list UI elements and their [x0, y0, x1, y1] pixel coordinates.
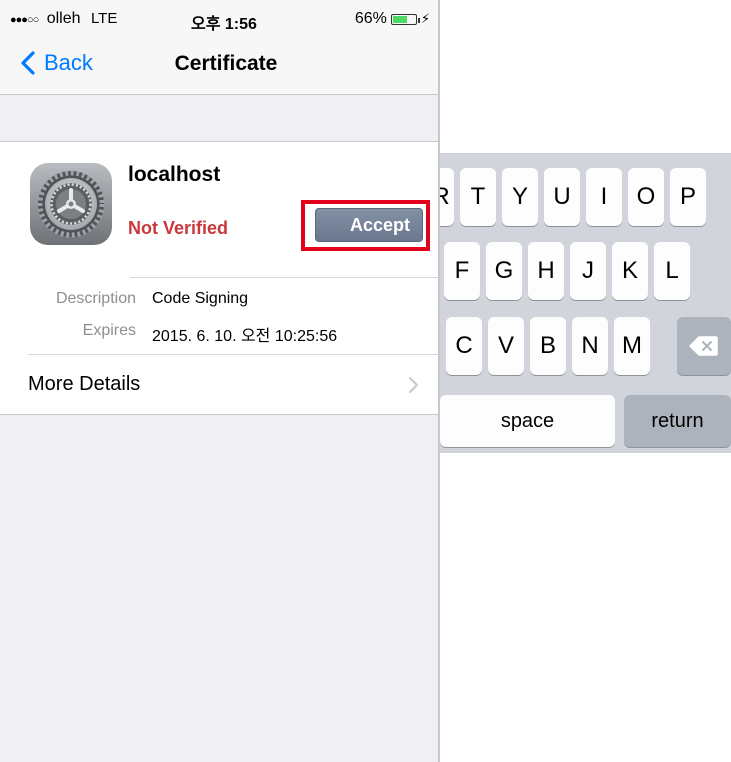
accept-highlight-box	[301, 200, 430, 251]
signal-strength-icon: ●●●○○	[10, 14, 39, 26]
status-left: ●●●○○ olleh LTE	[10, 10, 117, 28]
status-right: 66% ⚡	[355, 10, 430, 28]
verification-status: Not Verified	[128, 218, 229, 238]
navigation-bar: Back Certificate	[0, 34, 438, 95]
status-bar: ●●●○○ olleh LTE 오후 1:56 66% ⚡	[0, 0, 438, 34]
key-n[interactable]: N	[572, 317, 608, 375]
detail-row-description: Description Code Signing	[0, 290, 438, 312]
battery-level-fill	[392, 15, 408, 23]
detail-value: Code Signing	[152, 290, 249, 307]
key-u[interactable]: U	[544, 168, 580, 226]
divider	[130, 277, 438, 278]
delete-key[interactable]	[677, 317, 731, 375]
keyboard: R T Y U I O P F G H J K L C V B N M spac…	[440, 153, 731, 453]
key-i[interactable]: I	[586, 168, 622, 226]
detail-row-expires: Expires 2015. 6. 10. 오전 10:25:56	[0, 322, 438, 345]
key-h[interactable]: H	[528, 242, 564, 300]
key-l[interactable]: L	[654, 242, 690, 300]
charging-bolt-icon: ⚡	[420, 11, 430, 26]
return-key[interactable]: return	[624, 395, 731, 447]
chevron-right-icon	[409, 377, 418, 393]
key-g[interactable]: G	[486, 242, 522, 300]
status-time: 오후 1:56	[191, 16, 257, 33]
detail-label: Expires	[82, 322, 136, 339]
key-f[interactable]: F	[444, 242, 480, 300]
key-j[interactable]: J	[570, 242, 606, 300]
detail-label: Description	[55, 290, 136, 307]
key-y[interactable]: Y	[502, 168, 538, 226]
network-type: LTE	[90, 10, 118, 27]
certificate-name: localhost	[128, 163, 221, 186]
carrier-name: olleh	[46, 10, 81, 27]
settings-gear-icon	[30, 163, 112, 245]
key-m[interactable]: M	[614, 317, 650, 375]
key-o[interactable]: O	[628, 168, 664, 226]
key-k[interactable]: K	[612, 242, 648, 300]
certificate-card: localhost Not Verified Accept Descriptio…	[0, 141, 438, 415]
phone-screen: ●●●○○ olleh LTE 오후 1:56 66% ⚡ Back Certi…	[0, 0, 438, 762]
more-details-label: More Details	[28, 373, 141, 395]
detail-value: 2015. 6. 10. 오전 10:25:56	[152, 328, 338, 345]
battery-icon	[390, 13, 420, 25]
battery-percent: 66%	[354, 10, 387, 27]
backspace-icon	[689, 336, 718, 356]
key-r[interactable]: R	[440, 168, 454, 226]
key-p[interactable]: P	[670, 168, 706, 226]
page-title: Certificate	[174, 52, 278, 75]
key-v[interactable]: V	[488, 317, 524, 375]
more-details-row[interactable]: More Details	[0, 355, 438, 413]
key-b[interactable]: B	[530, 317, 566, 375]
key-c[interactable]: C	[446, 317, 482, 375]
key-t[interactable]: T	[460, 168, 496, 226]
space-key[interactable]: space	[440, 395, 615, 447]
